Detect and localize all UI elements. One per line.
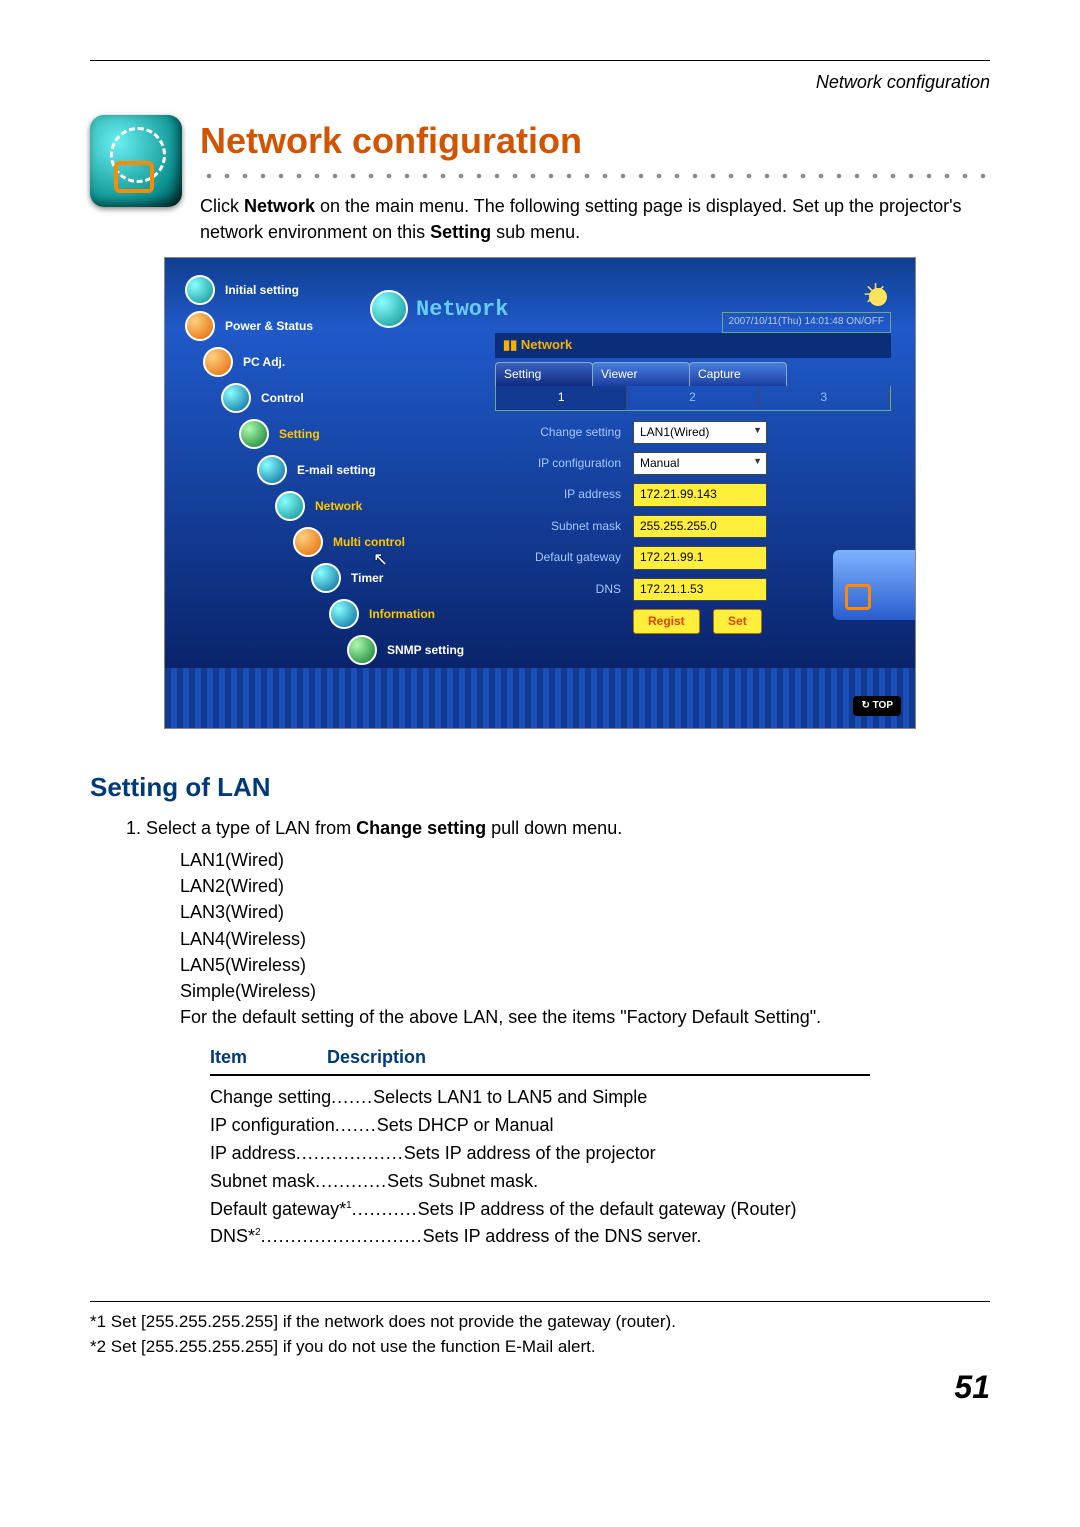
item-description-table: Item Description Change setting.......Se… [210, 1044, 870, 1251]
subtab-1[interactable]: 1 [496, 386, 627, 409]
embedded-ui-screenshot: Initial setting Power & Status PC Adj. C… [164, 257, 916, 729]
label-gateway: Default gateway [495, 542, 627, 573]
label-change-setting: Change setting [495, 417, 627, 448]
power-icon [185, 311, 215, 341]
change-setting-dropdown[interactable]: LAN1(Wired) [633, 421, 767, 444]
sidebar-item-timer[interactable]: Timer [311, 560, 495, 596]
sidebar-item-network[interactable]: Network [275, 488, 495, 524]
sidebar-item-information[interactable]: Information [329, 596, 495, 632]
mail-icon [257, 455, 287, 485]
label-dns: DNS [495, 574, 627, 605]
network-section-icon [90, 115, 182, 207]
network-icon [275, 491, 305, 521]
sidebar-item-setting[interactable]: Setting [239, 416, 495, 452]
footnote-1: *1 Set [255.255.255.255] if the network … [90, 1310, 990, 1335]
dns-input[interactable]: 172.21.1.53 [633, 578, 767, 601]
sidebar-item-control[interactable]: Control [221, 380, 495, 416]
info-icon [329, 599, 359, 629]
tab-viewer[interactable]: Viewer [592, 362, 690, 386]
multi-icon [293, 527, 323, 557]
section-heading: Setting of LAN [90, 769, 990, 807]
lan-option: Simple(Wireless) [180, 978, 990, 1004]
lan-option: LAN4(Wireless) [180, 926, 990, 952]
label-subnet: Subnet mask [495, 511, 627, 542]
sidebar-item-snmp-setting[interactable]: SNMP setting [347, 632, 495, 668]
sidebar-item-label: SNMP setting [387, 642, 464, 659]
gateway-input[interactable]: 172.21.99.1 [633, 546, 767, 569]
subnet-input[interactable]: 255.255.255.0 [633, 515, 767, 538]
set-button[interactable]: Set [713, 609, 762, 634]
ip-config-dropdown[interactable]: Manual [633, 452, 767, 475]
tab-row: Setting Viewer Capture [495, 362, 891, 386]
sidebar: Initial setting Power & Status PC Adj. C… [165, 258, 495, 668]
regist-button[interactable]: Regist [633, 609, 700, 634]
network-header-badge: Network [370, 290, 508, 328]
monitor-icon [203, 347, 233, 377]
top-button[interactable]: TOP [853, 696, 901, 717]
decorative-dots [200, 173, 990, 179]
intro-paragraph: Click Network on the main menu. The foll… [200, 193, 990, 245]
table-row: Change setting.......Selects LAN1 to LAN… [210, 1084, 870, 1112]
panel-title: ▮▮ Network [495, 333, 891, 358]
ip-address-input[interactable]: 172.21.99.143 [633, 483, 767, 506]
running-header: Network configuration [90, 69, 990, 95]
table-row: IP address..................Sets IP addr… [210, 1140, 870, 1168]
lan-option: LAN2(Wired) [180, 873, 990, 899]
tab-setting[interactable]: Setting [495, 362, 593, 386]
lan-option: LAN3(Wired) [180, 899, 990, 925]
default-note: For the default setting of the above LAN… [180, 1004, 990, 1030]
sidebar-item-pc-adj[interactable]: PC Adj. [203, 344, 495, 380]
table-head-item: Item [210, 1044, 247, 1070]
subtab-2[interactable]: 2 [627, 386, 758, 409]
sidebar-item-label: E-mail setting [297, 462, 376, 479]
label-ip-address: IP address [495, 479, 627, 510]
subtab-row: 1 2 3 [495, 386, 891, 410]
gear-icon [185, 275, 215, 305]
lan-option: LAN5(Wireless) [180, 952, 990, 978]
cursor-icon: ↖ [373, 546, 388, 572]
snmp-icon [347, 635, 377, 665]
sidebar-item-label: Power & Status [225, 318, 313, 335]
table-row: Default gateway*1...........Sets IP addr… [210, 1196, 870, 1224]
tab-capture[interactable]: Capture [689, 362, 787, 386]
preview-thumbnail [833, 550, 916, 620]
table-row: IP configuration.......Sets DHCP or Manu… [210, 1112, 870, 1140]
sidebar-item-label: Control [261, 390, 304, 407]
sidebar-item-label: Network [315, 498, 362, 515]
lan-options-list: LAN1(Wired)LAN2(Wired)LAN3(Wired)LAN4(Wi… [180, 847, 990, 1004]
label-ip-config: IP configuration [495, 448, 627, 479]
sidebar-item-email-setting[interactable]: E-mail setting [257, 452, 495, 488]
sun-icon [861, 280, 895, 314]
wrench-icon [239, 419, 269, 449]
sidebar-item-label: PC Adj. [243, 354, 285, 371]
subtab-3[interactable]: 3 [759, 386, 890, 409]
step-1: 1. Select a type of LAN from Change sett… [126, 815, 990, 841]
network-icon [370, 290, 408, 328]
table-row: DNS*2...........................Sets IP … [210, 1223, 870, 1251]
sidebar-item-label: Initial setting [225, 282, 299, 299]
sidebar-item-multi-control[interactable]: Multi control [293, 524, 495, 560]
sidebar-item-label: Setting [279, 426, 320, 443]
page-title: Network configuration [200, 115, 990, 167]
page-number: 51 [90, 1364, 990, 1410]
sidebar-item-label: Multi control [333, 534, 405, 551]
table-row: Subnet mask............Sets Subnet mask. [210, 1168, 870, 1196]
sidebar-item-label: Information [369, 606, 435, 623]
footnote-2: *2 Set [255.255.255.255] if you do not u… [90, 1335, 990, 1360]
control-icon [221, 383, 251, 413]
timer-icon [311, 563, 341, 593]
lan-option: LAN1(Wired) [180, 847, 990, 873]
table-head-description: Description [327, 1044, 426, 1070]
